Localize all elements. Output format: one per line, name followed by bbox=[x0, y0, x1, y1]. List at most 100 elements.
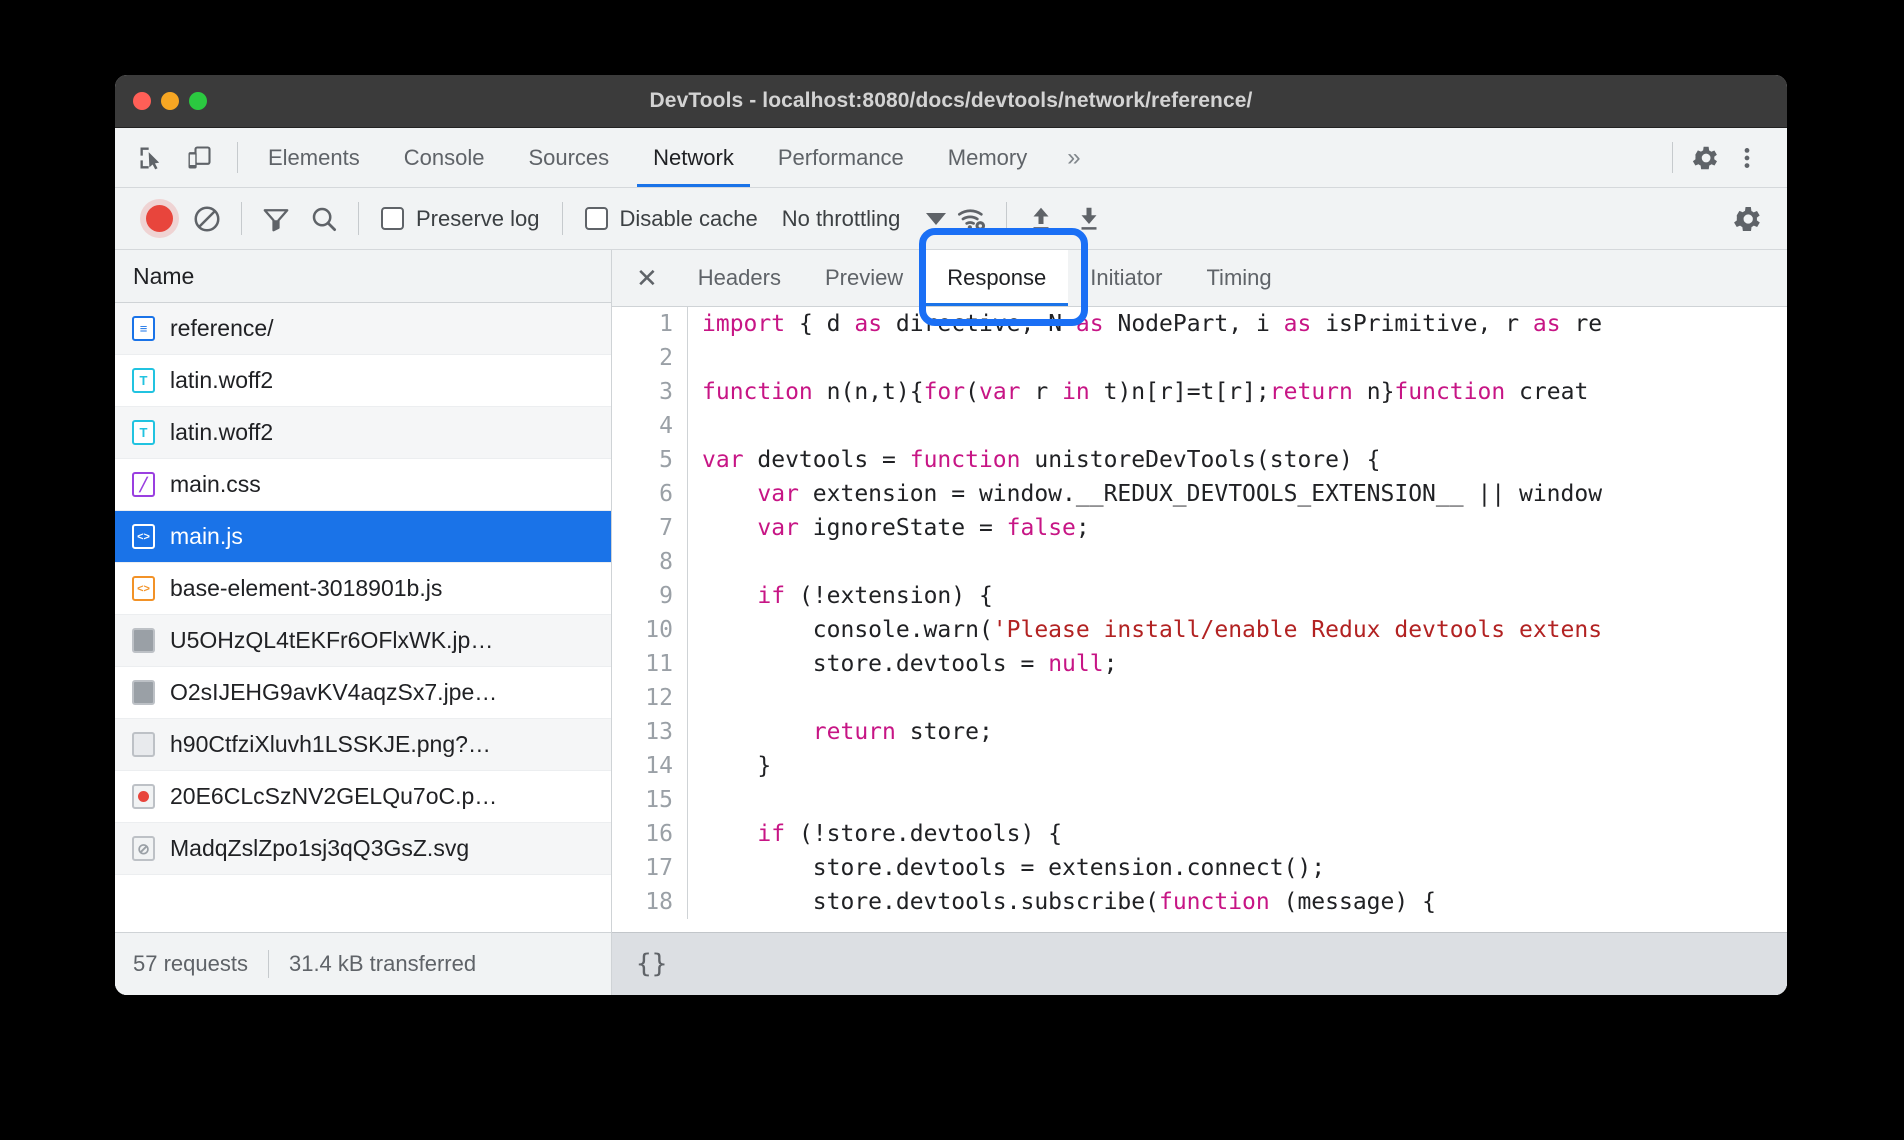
response-code-body: 1import { d as directive, N as NodePart,… bbox=[612, 307, 1787, 919]
record-button[interactable] bbox=[137, 197, 181, 241]
request-row-20e6clcsznv2gelqu7oc-p-[interactable]: 20E6CLcSzNV2GELQu7oC.p… bbox=[115, 771, 611, 823]
kebab-menu-icon[interactable] bbox=[1729, 140, 1765, 176]
pretty-print-bar[interactable]: {} bbox=[612, 932, 1787, 995]
tab-preview[interactable]: Preview bbox=[803, 250, 925, 306]
clear-icon[interactable] bbox=[185, 197, 229, 241]
request-name: MadqZslZpo1sj3qQ3GsZ.svg bbox=[170, 835, 469, 862]
request-name: main.js bbox=[170, 523, 243, 550]
code-line-text: console.warn('Please install/enable Redu… bbox=[688, 613, 1602, 647]
device-toolbar-icon[interactable] bbox=[181, 140, 217, 176]
code-line: 11 store.devtools = null; bbox=[612, 647, 1787, 681]
detail-tabbar: ✕ Headers Preview Response Initiator Tim… bbox=[612, 250, 1787, 307]
code-line: 13 return store; bbox=[612, 715, 1787, 749]
wifi-settings-icon[interactable] bbox=[950, 197, 994, 241]
export-har-icon[interactable] bbox=[1067, 197, 1111, 241]
more-tabs-label: » bbox=[1067, 144, 1080, 172]
throttling-dropdown[interactable]: No throttling bbox=[772, 206, 947, 232]
line-number: 18 bbox=[612, 885, 688, 919]
code-line-text: var extension = window.__REDUX_DEVTOOLS_… bbox=[688, 477, 1602, 511]
request-row-reference-[interactable]: ≡reference/ bbox=[115, 303, 611, 355]
inspect-element-icon[interactable] bbox=[133, 140, 169, 176]
tab-timing-label: Timing bbox=[1206, 265, 1271, 291]
line-number: 9 bbox=[612, 579, 688, 613]
tab-network[interactable]: Network bbox=[631, 128, 756, 187]
devtools-window: DevTools - localhost:8080/docs/devtools/… bbox=[115, 75, 1787, 995]
code-line: 17 store.devtools = extension.connect(); bbox=[612, 851, 1787, 885]
request-row-base-element-3018901b-js[interactable]: <> base-element-3018901b.js bbox=[115, 563, 611, 615]
request-name: base-element-3018901b.js bbox=[170, 575, 442, 602]
request-row-u5ohzql4tekfr6oflxwk-jp-[interactable]: U5OHzQL4tEKFr6OFlxWK.jp… bbox=[115, 615, 611, 667]
tab-console[interactable]: Console bbox=[382, 128, 507, 187]
tab-response-label: Response bbox=[947, 265, 1046, 291]
script-file-icon: <> bbox=[132, 576, 155, 601]
tab-performance-label: Performance bbox=[778, 145, 904, 171]
code-line: 3function n(n,t){for(var r in t)n[r]=t[r… bbox=[612, 375, 1787, 409]
tab-memory[interactable]: Memory bbox=[926, 128, 1049, 187]
preserve-log-box-icon[interactable] bbox=[381, 207, 404, 230]
request-row-o2sijehg9avkv4aqzsx7-jpe-[interactable]: O2sIJEHG9avKV4aqzSx7.jpe… bbox=[115, 667, 611, 719]
request-row-h90ctfzixluvh1lsskje-png-[interactable]: h90CtfziXluvh1LSSKJE.png?… bbox=[115, 719, 611, 771]
request-name: latin.woff2 bbox=[170, 367, 273, 394]
more-tabs-chevron-icon[interactable]: » bbox=[1049, 128, 1098, 187]
code-line-text: store.devtools.subscribe(function (messa… bbox=[688, 885, 1436, 919]
code-line-text bbox=[688, 783, 702, 817]
code-line: 2 bbox=[612, 341, 1787, 375]
script-file-icon: <> bbox=[132, 524, 155, 549]
tab-console-label: Console bbox=[404, 145, 485, 171]
request-row-main-css[interactable]: ╱ main.css bbox=[115, 459, 611, 511]
close-detail-icon[interactable]: ✕ bbox=[632, 250, 676, 306]
request-name: reference/ bbox=[170, 315, 274, 342]
tab-timing[interactable]: Timing bbox=[1184, 250, 1293, 306]
preserve-log-label: Preserve log bbox=[416, 206, 540, 232]
tab-elements[interactable]: Elements bbox=[246, 128, 382, 187]
request-list[interactable]: ≡reference/Tlatin.woff2Tlatin.woff2 ╱ main… bbox=[115, 303, 611, 932]
request-list-column-header[interactable]: Name bbox=[115, 250, 611, 303]
code-line-text: var ignoreState = false; bbox=[688, 511, 1090, 545]
tab-performance[interactable]: Performance bbox=[756, 128, 926, 187]
code-line-text bbox=[688, 545, 702, 579]
zoom-window-icon[interactable] bbox=[189, 92, 207, 110]
network-toolbar: Preserve log Disable cache No throttling bbox=[115, 188, 1787, 250]
line-number: 4 bbox=[612, 409, 688, 443]
toolbar-divider-1 bbox=[241, 202, 242, 235]
gear-icon[interactable] bbox=[1687, 140, 1723, 176]
request-row-latin-woff2[interactable]: Tlatin.woff2 bbox=[115, 407, 611, 459]
status-divider bbox=[268, 950, 269, 978]
close-detail-label: ✕ bbox=[636, 263, 658, 294]
stylesheet-file-icon: ╱ bbox=[132, 472, 155, 497]
traffic-light-buttons[interactable] bbox=[133, 75, 207, 127]
code-line-text bbox=[688, 409, 702, 443]
minimize-window-icon[interactable] bbox=[161, 92, 179, 110]
network-settings-gear-icon[interactable] bbox=[1725, 197, 1769, 241]
tab-headers[interactable]: Headers bbox=[676, 250, 803, 306]
code-line-text: store.devtools = null; bbox=[688, 647, 1117, 681]
chevron-down-icon[interactable] bbox=[926, 213, 946, 225]
code-line-text bbox=[688, 341, 702, 375]
network-status-bar: 57 requests 31.4 kB transferred bbox=[115, 932, 611, 995]
disable-cache-box-icon[interactable] bbox=[585, 207, 608, 230]
line-number: 11 bbox=[612, 647, 688, 681]
tab-sources[interactable]: Sources bbox=[506, 128, 631, 187]
response-code-viewer[interactable]: 1import { d as directive, N as NodePart,… bbox=[612, 307, 1787, 932]
line-number: 12 bbox=[612, 681, 688, 715]
code-line: 4 bbox=[612, 409, 1787, 443]
request-row-main-js[interactable]: <> main.js bbox=[115, 511, 611, 563]
panel-tabs: Elements Console Sources Network Perform… bbox=[246, 128, 1664, 187]
line-number: 15 bbox=[612, 783, 688, 817]
disable-cache-checkbox[interactable]: Disable cache bbox=[575, 206, 768, 232]
import-har-icon[interactable] bbox=[1019, 197, 1063, 241]
tab-response[interactable]: Response bbox=[925, 250, 1068, 306]
tab-initiator[interactable]: Initiator bbox=[1068, 250, 1184, 306]
close-window-icon[interactable] bbox=[133, 92, 151, 110]
request-name: main.css bbox=[170, 471, 261, 498]
code-line: 6 var extension = window.__REDUX_DEVTOOL… bbox=[612, 477, 1787, 511]
screenshot-root: DevTools - localhost:8080/docs/devtools/… bbox=[0, 0, 1904, 1140]
requests-count: 57 requests bbox=[133, 951, 248, 977]
pretty-print-icon[interactable]: {} bbox=[636, 949, 667, 979]
filter-icon[interactable] bbox=[254, 197, 298, 241]
request-row-madqzslzpo1sj3qq3gsz-svg[interactable]: ⊘MadqZslZpo1sj3qQ3GsZ.svg bbox=[115, 823, 611, 875]
request-name: latin.woff2 bbox=[170, 419, 273, 446]
preserve-log-checkbox[interactable]: Preserve log bbox=[371, 206, 550, 232]
search-icon[interactable] bbox=[302, 197, 346, 241]
request-row-latin-woff2[interactable]: Tlatin.woff2 bbox=[115, 355, 611, 407]
